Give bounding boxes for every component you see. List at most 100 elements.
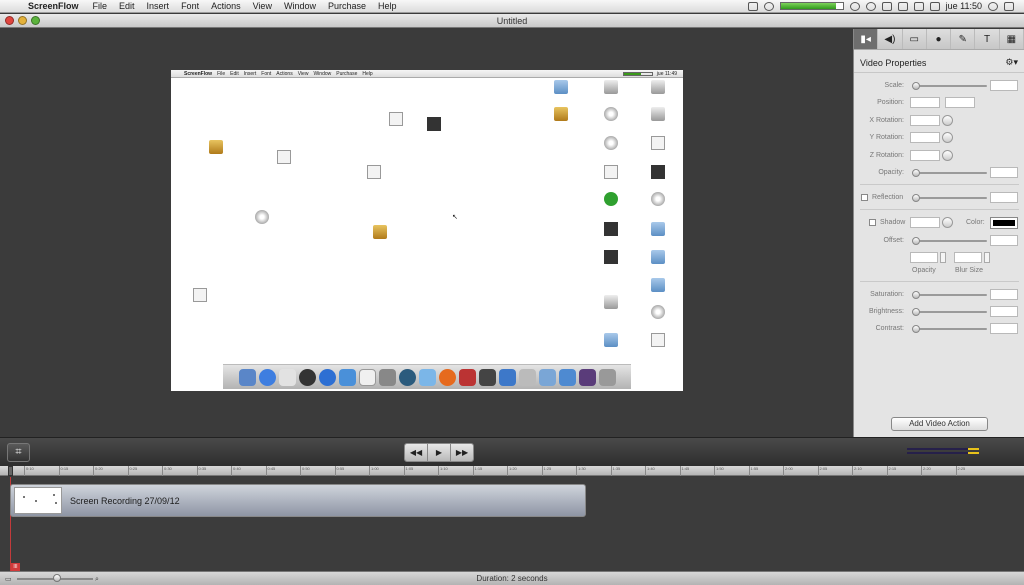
menu-font[interactable]: Font [175, 1, 205, 11]
zoom-knob[interactable] [53, 574, 61, 582]
shadow-checkbox[interactable] [869, 219, 876, 226]
shadow-opacity-stepper[interactable] [940, 252, 946, 263]
volume-status-icon[interactable] [929, 1, 940, 11]
offset-field[interactable] [990, 235, 1018, 246]
contrast-slider[interactable] [912, 325, 987, 333]
z-rotation-field[interactable] [910, 150, 940, 161]
add-video-action-button[interactable]: Add Video Action [891, 417, 988, 431]
saturation-slider-knob[interactable] [912, 291, 920, 299]
reflection-slider[interactable] [912, 194, 987, 202]
menu-edit[interactable]: Edit [113, 1, 141, 11]
reflection-field[interactable] [990, 192, 1018, 203]
brightness-row: Brightness: [854, 305, 1024, 319]
brightness-field[interactable] [990, 306, 1018, 317]
position-x-field[interactable] [910, 97, 940, 108]
shadow-color-swatch[interactable] [990, 217, 1018, 229]
scale-field[interactable] [990, 80, 1018, 91]
contrast-field[interactable] [990, 323, 1018, 334]
desktop-disk-icon [643, 305, 673, 321]
offset-slider-knob[interactable] [912, 237, 920, 245]
desktop-drive-icon [643, 107, 673, 123]
desktop-drive-icon [596, 80, 626, 96]
shadow-angle-dial[interactable] [942, 217, 953, 228]
close-window-button[interactable] [5, 16, 14, 25]
camera-status-icon[interactable] [747, 1, 758, 11]
reflection-row: Reflection [854, 191, 1024, 205]
screenflow-status-icon[interactable] [849, 1, 860, 11]
y-rotation-row: Y Rotation: [854, 131, 1024, 145]
sync-status-icon[interactable] [865, 1, 876, 11]
blur-size-stepper[interactable] [984, 252, 990, 263]
speaker-icon[interactable]: ◀) [878, 29, 903, 49]
ruler-tick: 1:00 [369, 466, 379, 476]
x-rotation-dial[interactable] [942, 115, 953, 126]
opacity-slider-knob[interactable] [912, 169, 920, 177]
contrast-slider-knob[interactable] [912, 325, 920, 333]
dropbox-status-icon[interactable] [881, 1, 892, 11]
brightness-slider-knob[interactable] [912, 308, 920, 316]
y-rotation-dial[interactable] [942, 132, 953, 143]
scale-slider[interactable] [912, 82, 987, 90]
zoom-out-icon[interactable]: ▭ [5, 573, 12, 585]
shadow-angle-field[interactable] [910, 217, 940, 228]
opacity-field[interactable] [990, 167, 1018, 178]
playhead-handle[interactable] [8, 466, 13, 476]
timeline-ruler[interactable]: 0:10 0:15 0:20 0:25 0:30 0:35 0:40 0:45 0:50 0:55… [0, 466, 1024, 476]
fast-forward-button[interactable]: ▶▶ [451, 444, 473, 461]
play-button[interactable]: ▶ [428, 444, 451, 461]
menu-help[interactable]: Help [372, 1, 403, 11]
reflection-slider-knob[interactable] [912, 194, 920, 202]
spotlight-icon[interactable] [988, 1, 998, 11]
recording-preview[interactable]: ScreenFlow File Edit Insert Font Actions… [171, 70, 683, 391]
grid-icon[interactable]: ▦ [1000, 29, 1024, 49]
screen-recording-clip[interactable]: Screen Recording 27/09/12 [10, 484, 586, 517]
warning-status-icon[interactable] [763, 1, 774, 11]
timeline-zoom-slider[interactable]: ▭ ⌕ [5, 574, 105, 584]
zoom-in-icon[interactable]: ⌕ [95, 573, 99, 585]
preview-menu-item: View [297, 70, 309, 77]
brightness-slider[interactable] [912, 308, 987, 316]
timeline-tracks[interactable]: Screen Recording 27/09/12 III [0, 477, 1024, 571]
menu-view[interactable]: View [247, 1, 278, 11]
rewind-button[interactable]: ◀◀ [405, 444, 428, 461]
crop-icon[interactable]: ⌗ [7, 443, 30, 462]
position-y-field[interactable] [945, 97, 975, 108]
menu-file[interactable]: File [87, 1, 114, 11]
menu-purchase[interactable]: Purchase [322, 1, 372, 11]
gear-icon[interactable]: ⚙▾ [1005, 57, 1018, 68]
menu-clock[interactable]: jue 11:50 [946, 1, 982, 11]
minimize-window-button[interactable] [18, 16, 27, 25]
wifi-status-icon[interactable] [913, 1, 924, 11]
menu-app-name[interactable]: ScreenFlow [22, 1, 87, 11]
offset-slider[interactable] [912, 237, 987, 245]
menu-insert[interactable]: Insert [141, 1, 176, 11]
blur-size-field[interactable] [954, 252, 982, 263]
monitor-icon[interactable]: ▭ [903, 29, 927, 49]
shadow-opacity-field[interactable] [910, 252, 938, 263]
ruler-tick: 2:00 [783, 466, 793, 476]
record-level-meter [779, 2, 844, 10]
saturation-field[interactable] [990, 289, 1018, 300]
preview-menu-item: Help [362, 70, 373, 77]
track-marker[interactable]: III [11, 563, 20, 571]
x-rotation-field[interactable] [910, 115, 940, 126]
y-rotation-field[interactable] [910, 132, 940, 143]
canvas-area[interactable]: ScreenFlow File Edit Insert Font Actions… [0, 29, 853, 437]
record-level-fill [780, 3, 837, 9]
saturation-slider[interactable] [912, 291, 987, 299]
notification-icon[interactable] [1004, 1, 1014, 11]
scale-slider-knob[interactable] [912, 82, 920, 90]
ruler-tick: 1:05 [403, 466, 413, 476]
bluetooth-status-icon[interactable] [897, 1, 908, 11]
menu-window[interactable]: Window [278, 1, 322, 11]
text-icon[interactable]: T [975, 29, 1000, 49]
zoom-window-button[interactable] [31, 16, 40, 25]
ruler-tick: 0:50 [300, 466, 310, 476]
reflection-checkbox[interactable] [861, 194, 868, 201]
z-rotation-dial[interactable] [942, 150, 953, 161]
menu-actions[interactable]: Actions [205, 1, 247, 11]
record-icon[interactable]: ● [927, 29, 952, 49]
video-camera-icon[interactable]: ▮◂ [854, 29, 879, 49]
annotate-icon[interactable]: ✎ [951, 29, 976, 49]
opacity-slider[interactable] [912, 169, 987, 177]
